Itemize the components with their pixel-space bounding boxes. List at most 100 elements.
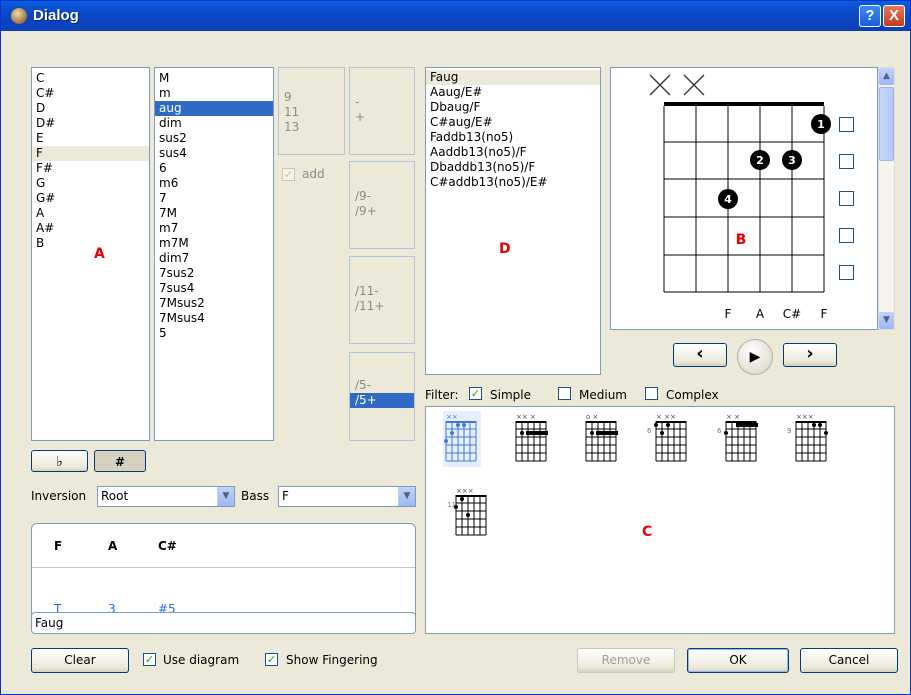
eleventh-list[interactable]: /11-/11+ [349,256,415,344]
filter-simple-checkbox[interactable]: ✓ [469,387,482,400]
chevron-down-icon[interactable]: ▼ [217,487,234,506]
tonic-item[interactable]: G# [32,191,149,206]
chord-type-item[interactable]: aug [155,101,273,116]
chord-name-field[interactable]: Faug [31,612,416,634]
filter-medium-checkbox[interactable] [558,387,571,400]
play-icon: ▶ [749,349,761,365]
diagram-scrollbar[interactable]: ▲ ▼ [878,67,895,330]
chord-type-item[interactable]: m7M [155,236,273,251]
next-button[interactable]: › [783,343,837,367]
tonic-item[interactable]: F [32,146,149,161]
close-button[interactable]: X [883,5,905,27]
inversion-select[interactable]: Root ▼ [97,486,235,507]
chord-shape-thumbnail[interactable]: × ×× 6 [647,413,687,462]
chord-shape-thumbnail[interactable]: ×××11 [447,487,487,536]
tonic-item[interactable]: C [32,71,149,86]
tonic-item[interactable]: C# [32,86,149,101]
chord-shapes-panel[interactable]: ×× ×× × o × × ×× 6 × × 6 ××× 9 ××× 11 C [425,406,895,634]
tonic-list[interactable]: C C# D D# E F F# G G# A A# B [31,67,150,441]
extension-item[interactable]: 13 [279,120,344,135]
eleventh-item[interactable]: /11+ [350,299,414,314]
chord-type-item[interactable]: 7M [155,206,273,221]
chord-diagram-panel[interactable]: 1 2 3 4 F A C# F B [610,67,878,330]
chord-name-item[interactable]: Dbaug/F [426,100,600,115]
chord-type-item[interactable]: 5 [155,326,273,341]
help-button[interactable]: ? [859,5,881,27]
fifth-list[interactable]: /5-/5+ [349,352,415,441]
chord-type-item[interactable]: 7Msus2 [155,296,273,311]
string-marks: × ×× [656,413,676,421]
chord-type-item[interactable]: dim7 [155,251,273,266]
prev-button[interactable]: ‹ [673,343,727,367]
chord-name-item[interactable]: Aaug/E# [426,85,600,100]
title-bar[interactable]: Dialog ? X [1,1,910,31]
string-checkbox[interactable] [839,154,854,169]
chord-shape-thumbnail[interactable]: × × 6 [717,413,758,462]
clear-button[interactable]: Clear [31,648,129,673]
chord-name-item[interactable]: C#aug/E# [426,115,600,130]
chord-shape-thumbnail[interactable]: o × [585,413,618,462]
chord-names-list[interactable]: Faug Aaug/E# Dbaug/F C#aug/E# Faddb13(no5) Aa… [425,67,601,375]
tonic-item[interactable]: G [32,176,149,191]
chord-name-item[interactable]: Aaddb13(no5)/F [426,145,600,160]
extension-item[interactable]: 9 [279,90,344,105]
chord-type-item[interactable]: sus2 [155,131,273,146]
fifth-alter-item[interactable]: + [350,110,414,125]
play-button[interactable]: ▶ [737,339,773,375]
ninth-list[interactable]: /9-/9+ [349,161,415,249]
chord-name-item[interactable]: Faddb13(no5) [426,130,600,145]
ninth-item[interactable]: /9- [350,189,414,204]
bass-select[interactable]: F ▼ [278,486,416,507]
tonic-item[interactable]: A [32,206,149,221]
chord-type-item[interactable]: 7Msus4 [155,311,273,326]
chord-shape-thumbnail[interactable]: ××× 9 [787,413,828,462]
chord-type-item[interactable]: m6 [155,176,273,191]
scroll-down-icon[interactable]: ▼ [879,312,894,329]
add-checkbox[interactable]: ✓ [282,168,295,181]
chord-name-item[interactable]: Dbaddb13(no5)/F [426,160,600,175]
string-checkbox[interactable] [839,117,854,132]
eleventh-item[interactable]: /11- [350,284,414,299]
flat-button[interactable]: ♭ [31,450,88,472]
chord-name-item[interactable]: C#addb13(no5)/E# [426,175,600,190]
filter-complex-checkbox[interactable] [645,387,658,400]
chord-type-item[interactable]: 6 [155,161,273,176]
chord-shape-thumbnail[interactable]: ×× [443,411,481,467]
extension-list[interactable]: 9 11 13 [278,67,345,155]
sharp-button[interactable]: # [94,450,146,472]
scroll-up-icon[interactable]: ▲ [879,68,894,85]
fifth-item[interactable]: /5+ [350,393,414,408]
chord-name-item[interactable]: Faug [426,70,600,85]
string-checkbox[interactable] [839,191,854,206]
tonic-item[interactable]: F# [32,161,149,176]
chord-type-item[interactable]: sus4 [155,146,273,161]
tonic-item[interactable]: D [32,101,149,116]
chord-type-list[interactable]: Mm aug dim sus2 sus4 6 m6 7 7M m7 m7M dim7 7sus2 7sus… [154,67,274,441]
fifth-item[interactable]: /5- [350,378,414,393]
string-checkbox[interactable] [839,228,854,243]
chord-type-item[interactable]: 7sus4 [155,281,273,296]
tonic-item[interactable]: E [32,131,149,146]
cancel-button[interactable]: Cancel [800,648,898,673]
tonic-item[interactable]: D# [32,116,149,131]
remove-button[interactable]: Remove [577,648,675,673]
scroll-thumb[interactable] [879,87,894,161]
string-checkbox[interactable] [839,265,854,280]
chord-type-item[interactable]: M [155,71,273,86]
tonic-item[interactable]: B [32,236,149,251]
fifth-alter-item[interactable]: - [350,95,414,110]
ninth-item[interactable]: /9+ [350,204,414,219]
ok-button[interactable]: OK [687,648,789,673]
chord-type-item[interactable]: 7 [155,191,273,206]
fifth-alter-list[interactable]: - + [349,67,415,155]
chord-type-item[interactable]: dim [155,116,273,131]
chevron-down-icon[interactable]: ▼ [398,487,415,506]
chord-shape-thumbnail[interactable]: ×× × [515,413,548,462]
tonic-item[interactable]: A# [32,221,149,236]
chord-type-item[interactable]: m7 [155,221,273,236]
show-fingering-checkbox[interactable]: ✓ [265,653,278,666]
chord-type-item[interactable]: 7sus2 [155,266,273,281]
extension-item[interactable]: 11 [279,105,344,120]
use-diagram-checkbox[interactable]: ✓ [143,653,156,666]
chord-type-item[interactable]: m [155,86,273,101]
